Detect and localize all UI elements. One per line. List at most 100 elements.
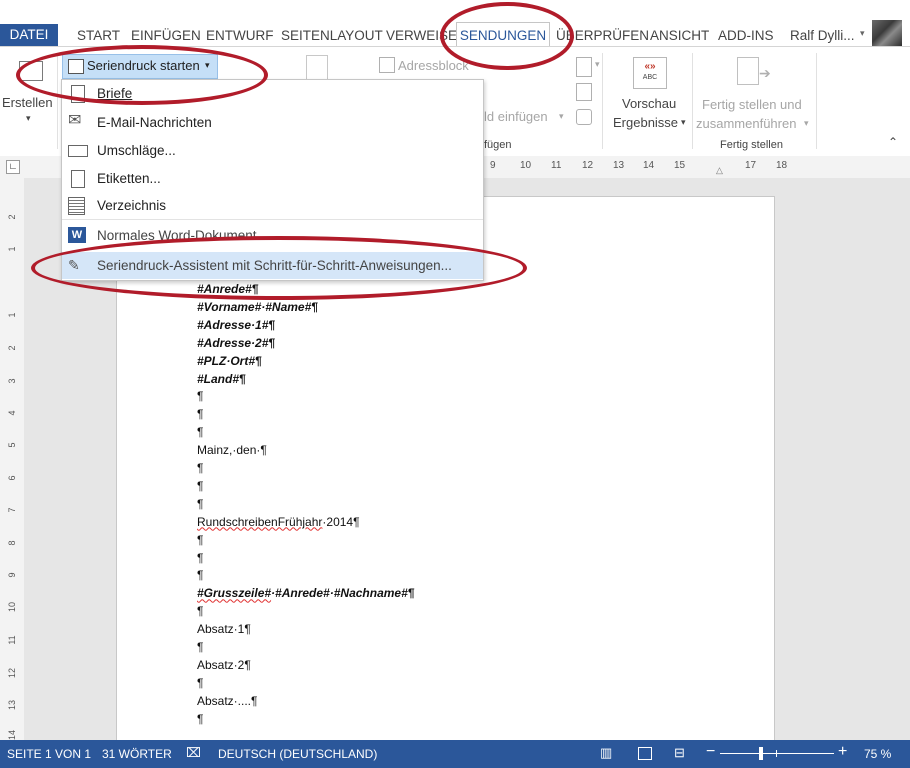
menu-item-label: Normales Word-Dokument bbox=[97, 228, 257, 243]
document-paragraph[interactable]: ¶ bbox=[197, 389, 203, 403]
seriendruck-starten-menu: Briefe ✉ E-Mail-Nachrichten Umschläge...… bbox=[61, 79, 484, 281]
document-paragraph[interactable]: ¶ bbox=[197, 479, 203, 493]
document-paragraph[interactable]: Mainz,·den·¶ bbox=[197, 443, 267, 457]
tab-stop-selector-icon[interactable]: ∟ bbox=[6, 160, 20, 174]
avatar[interactable] bbox=[872, 20, 902, 46]
language[interactable]: DEUTSCH (DEUTSCHLAND) bbox=[218, 747, 377, 761]
document-paragraph[interactable]: ¶ bbox=[197, 568, 203, 582]
ribbon-tab-bar: DATEI START EINFÜGEN ENTWURF SEITENLAYOU… bbox=[0, 0, 910, 49]
erstellen-label[interactable]: Erstellen bbox=[2, 95, 53, 110]
tab-datei[interactable]: DATEI bbox=[0, 24, 58, 46]
document-paragraph[interactable]: #Vorname#·#Name#¶ bbox=[197, 300, 318, 314]
chevron-down-icon[interactable]: ▾ bbox=[804, 118, 809, 129]
menu-item-label: E-Mail-Nachrichten bbox=[97, 115, 212, 130]
tab-einfuegen[interactable]: EINFÜGEN bbox=[131, 28, 201, 43]
status-bar: SEITE 1 VON 1 31 WÖRTER ⌧ DEUTSCH (DEUTS… bbox=[0, 740, 910, 768]
rules-icon[interactable] bbox=[576, 57, 592, 77]
wizard-wand-icon: ✎ bbox=[68, 257, 80, 273]
ruler-tick-label: 10 bbox=[7, 602, 17, 613]
document-paragraph[interactable]: #Adresse·2#¶ bbox=[197, 336, 275, 350]
chevron-down-icon[interactable]: ▾ bbox=[595, 59, 600, 70]
document-paragraph[interactable]: ¶ bbox=[197, 425, 203, 439]
zoom-level[interactable]: 75 % bbox=[864, 747, 891, 761]
group-separator bbox=[692, 53, 693, 149]
chevron-down-icon[interactable]: ▾ bbox=[860, 28, 865, 39]
ruler-tick-label: 17 bbox=[745, 160, 757, 171]
document-paragraph[interactable]: #Land#¶ bbox=[197, 372, 246, 386]
tab-seitenlayout[interactable]: SEITENLAYOUT bbox=[281, 28, 383, 43]
menu-item-label: Briefe bbox=[97, 86, 133, 101]
chevron-down-icon: ▾ bbox=[205, 60, 210, 70]
fertig-stellen-label-2[interactable]: zusammenführen bbox=[696, 116, 796, 131]
chevron-down-icon[interactable]: ▾ bbox=[26, 113, 31, 124]
print-layout-icon[interactable] bbox=[638, 747, 652, 760]
tab-ueberpruefen[interactable]: ÜBERPRÜFEN bbox=[556, 28, 649, 43]
collapse-ribbon-icon[interactable]: ⌃ bbox=[888, 135, 898, 149]
document-paragraph[interactable]: ¶ bbox=[197, 551, 203, 565]
document-paragraph[interactable]: ¶ bbox=[197, 712, 203, 726]
menu-item-seriendruck-assistent[interactable]: ✎ Seriendruck-Assistent mit Schritt-für-… bbox=[62, 252, 483, 279]
zoom-out-icon[interactable]: − bbox=[706, 743, 715, 761]
document-paragraph[interactable]: ¶ bbox=[197, 461, 203, 475]
read-mode-icon[interactable]: ▥ bbox=[600, 745, 612, 761]
fertig-stellen-label-1[interactable]: Fertig stellen und bbox=[702, 97, 802, 112]
document-paragraph[interactable]: #PLZ·Ort#¶ bbox=[197, 354, 262, 368]
document-paragraph[interactable]: #Adresse·1#¶ bbox=[197, 318, 275, 332]
menu-item-briefe[interactable]: Briefe bbox=[62, 80, 483, 107]
menu-separator bbox=[62, 219, 483, 220]
ruler-tick-label: 4 bbox=[7, 410, 17, 416]
menu-item-umschlaege[interactable]: Umschläge... bbox=[62, 137, 483, 164]
tab-addins[interactable]: ADD-INS bbox=[718, 28, 774, 43]
envelope-create-icon bbox=[19, 61, 43, 81]
feld-einfuegen-button[interactable]: ld einfügen bbox=[484, 109, 548, 124]
page-count[interactable]: SEITE 1 VON 1 bbox=[7, 747, 91, 761]
chevron-down-icon[interactable]: ▾ bbox=[559, 111, 564, 122]
menu-item-verzeichnis[interactable]: Verzeichnis bbox=[62, 192, 483, 219]
ruler-tick-label: 1 bbox=[7, 312, 17, 318]
document-paragraph[interactable]: ¶ bbox=[197, 407, 203, 421]
chevron-down-icon[interactable]: ▾ bbox=[681, 117, 686, 128]
tab-ansicht[interactable]: ANSICHT bbox=[650, 28, 709, 43]
zoom-slider-thumb[interactable] bbox=[759, 747, 764, 760]
zoom-in-icon[interactable]: + bbox=[838, 743, 847, 761]
document-paragraph[interactable]: ¶ bbox=[197, 533, 203, 547]
document-paragraph[interactable]: #Anrede#¶ bbox=[197, 282, 258, 296]
ruler-tick-label: 11 bbox=[551, 160, 562, 171]
adressblock-button[interactable]: Adressblock bbox=[398, 58, 469, 73]
document-paragraph[interactable]: Absatz·....¶ bbox=[197, 694, 257, 708]
ergebnisse-label[interactable]: Ergebnisse bbox=[613, 115, 678, 130]
document-paragraph[interactable]: Absatz·2¶ bbox=[197, 658, 251, 672]
document-paragraph[interactable]: RundschreibenFrühjahr·2014¶ bbox=[197, 515, 360, 529]
word-count[interactable]: 31 WÖRTER bbox=[102, 747, 172, 761]
ruler-tick-label: 10 bbox=[520, 160, 532, 171]
menu-item-email[interactable]: ✉ E-Mail-Nachrichten bbox=[62, 109, 483, 136]
ruler-tick-label: 18 bbox=[776, 160, 788, 171]
web-layout-icon[interactable]: ⊟ bbox=[674, 745, 685, 761]
seriendruck-starten-button[interactable]: Seriendruck starten ▾ bbox=[62, 54, 218, 79]
document-icon bbox=[68, 59, 84, 74]
vorschau-label[interactable]: Vorschau bbox=[622, 96, 676, 111]
zoom-slider[interactable] bbox=[720, 753, 834, 754]
document-paragraph[interactable]: ¶ bbox=[197, 497, 203, 511]
tab-verweise[interactable]: VERWEISE bbox=[386, 28, 457, 43]
word-icon: W bbox=[68, 227, 86, 243]
document-paragraph[interactable]: ¶ bbox=[197, 676, 203, 690]
indent-marker-icon[interactable]: △ bbox=[716, 165, 723, 176]
user-name[interactable]: Ralf Dylli... bbox=[790, 28, 855, 43]
tab-start[interactable]: START bbox=[77, 28, 120, 43]
document-paragraph[interactable]: ¶ bbox=[197, 604, 203, 618]
match-fields-icon[interactable] bbox=[576, 83, 592, 101]
tab-entwurf[interactable]: ENTWURF bbox=[206, 28, 274, 43]
menu-item-etiketten[interactable]: Etiketten... bbox=[62, 165, 483, 192]
menu-item-normales-dokument[interactable]: W Normales Word-Dokument bbox=[62, 222, 483, 249]
document-paragraph[interactable]: ¶ bbox=[197, 640, 203, 654]
address-block-icon bbox=[379, 57, 395, 73]
vertical-ruler[interactable]: 2 1 1 2 3 4 5 6 7 8 9 10 11 12 13 14 bbox=[0, 178, 24, 740]
ruler-tick-label: 5 bbox=[7, 442, 17, 448]
document-paragraph[interactable]: #Grusszeile#·#Anrede#·#Nachname#¶ bbox=[197, 586, 414, 600]
ruler-tick-label: 9 bbox=[7, 572, 17, 578]
update-labels-icon[interactable] bbox=[576, 109, 592, 125]
tab-sendungen[interactable]: SENDUNGEN bbox=[456, 22, 550, 49]
proofing-icon[interactable]: ⌧ bbox=[186, 745, 201, 761]
document-paragraph[interactable]: Absatz·1¶ bbox=[197, 622, 251, 636]
